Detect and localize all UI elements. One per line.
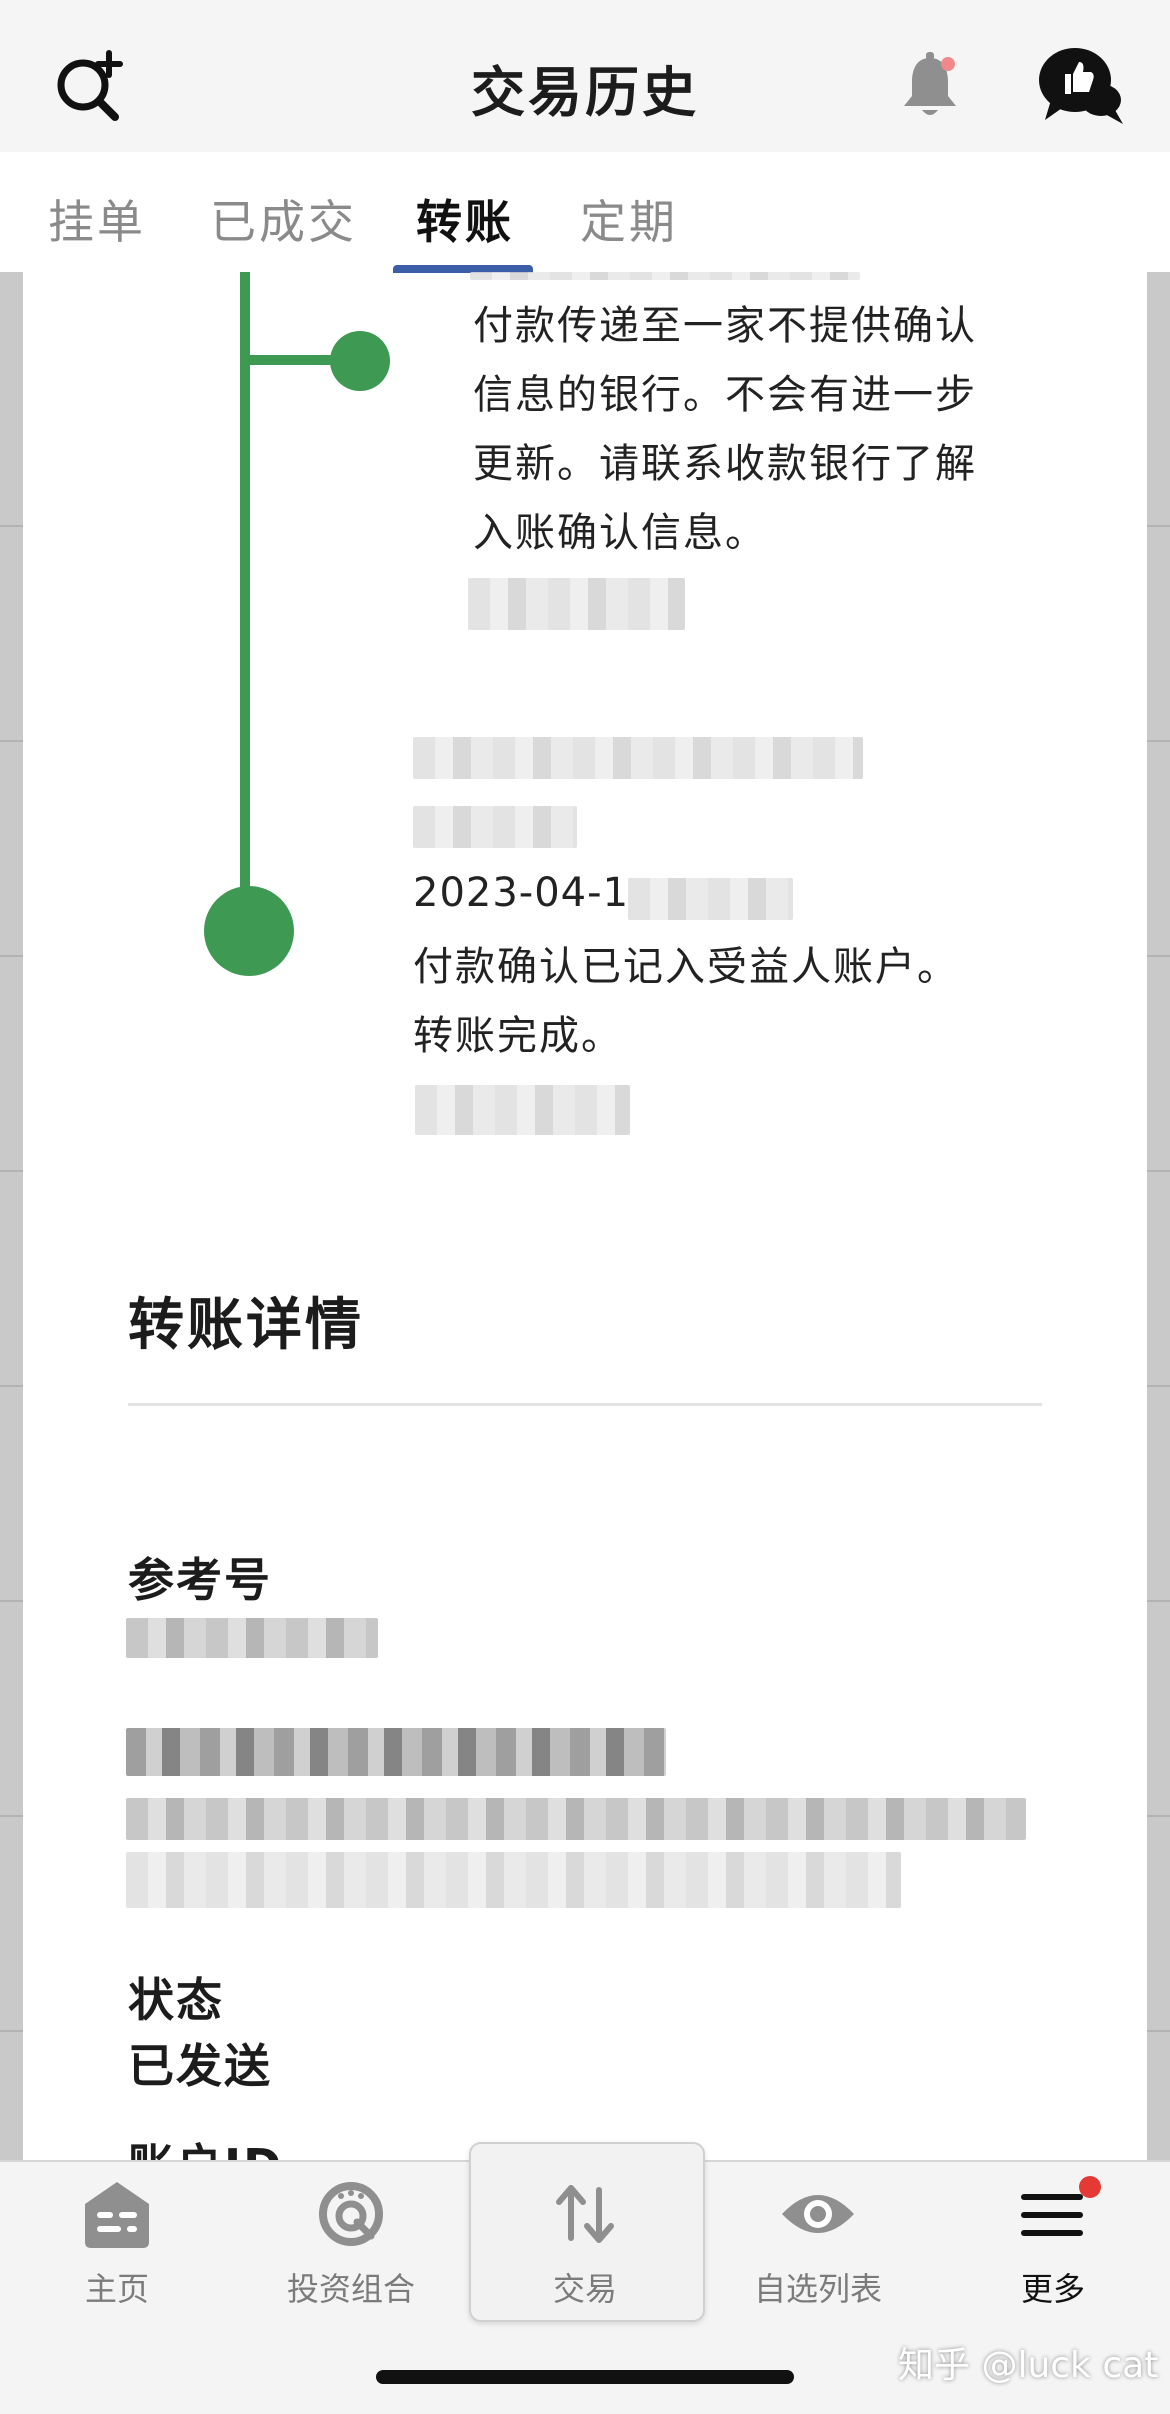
nav-watchlist[interactable]: 自选列表 <box>718 2176 918 2310</box>
status-label: 状态 <box>128 1973 224 2027</box>
thumbs-up-chat-icon[interactable] <box>1030 40 1130 130</box>
reference-number-value <box>126 1618 378 1658</box>
timeline-dot-intermediate <box>330 331 390 391</box>
nav-trade-label: 交易 <box>552 2270 617 2308</box>
tab-term-deposits[interactable]: 定期 <box>580 186 678 252</box>
redacted-event-title <box>413 737 863 779</box>
page-title: 交易历史 <box>471 61 699 124</box>
redacted-event-subtitle <box>413 806 577 848</box>
nav-more-label: 更多 <box>1020 2270 1085 2308</box>
notification-badge <box>1079 2176 1101 2198</box>
tab-pending-orders[interactable]: 挂单 <box>48 186 146 252</box>
timeline-event-date: 2023-04-1 <box>413 870 630 916</box>
timeline-event-message: 付款传递至一家不提供确认 信息的银行。不会有进一步 更新。请联系收款银行了解 入… <box>473 303 977 556</box>
timeline-final-message: 付款确认已记入受益人账户。 转账完成。 <box>413 944 959 1059</box>
nav-portfolio[interactable]: 投资组合 <box>251 2176 451 2310</box>
account-id-label: 账户ID <box>128 2130 283 2160</box>
timeline-dot-final <box>204 886 294 976</box>
redacted-detail-line <box>126 1728 666 1776</box>
redacted-detail-line <box>126 1798 1026 1840</box>
nav-portfolio-label: 投资组合 <box>286 2270 415 2308</box>
redacted-timestamp <box>468 578 685 630</box>
trade-arrows-icon <box>556 2185 614 2243</box>
reference-number-label: 参考号 <box>128 1553 272 1607</box>
redacted-detail-line <box>126 1852 901 1908</box>
section-title: 转账详情 <box>128 1293 364 1358</box>
section-divider <box>128 1403 1042 1406</box>
nav-home[interactable]: 主页 <box>17 2176 217 2310</box>
portfolio-gauge-icon <box>319 2182 383 2246</box>
nav-home-label: 主页 <box>84 2270 149 2308</box>
watermark: 知乎 @luck cat <box>898 2345 1159 2386</box>
eye-icon <box>782 2195 854 2233</box>
status-value: 已发送 <box>128 2039 272 2093</box>
tab-filled[interactable]: 已成交 <box>210 186 357 252</box>
bell-icon[interactable] <box>890 45 970 125</box>
redacted-timestamp <box>415 1085 630 1135</box>
nav-trade[interactable]: 交易 <box>485 2176 685 2310</box>
home-indicator <box>376 2370 794 2384</box>
nav-watchlist-label: 自选列表 <box>753 2270 882 2308</box>
nav-more[interactable]: 更多 <box>953 2176 1153 2310</box>
tab-transfers[interactable]: 转账 <box>416 186 514 252</box>
redacted-time <box>628 878 793 920</box>
top-bar: 交易历史 <box>0 0 1170 152</box>
tab-bar: 挂单 已成交 转账 定期 <box>0 152 1170 272</box>
home-icon <box>85 2182 149 2248</box>
redacted-text <box>470 272 860 280</box>
timeline-line <box>240 272 250 932</box>
